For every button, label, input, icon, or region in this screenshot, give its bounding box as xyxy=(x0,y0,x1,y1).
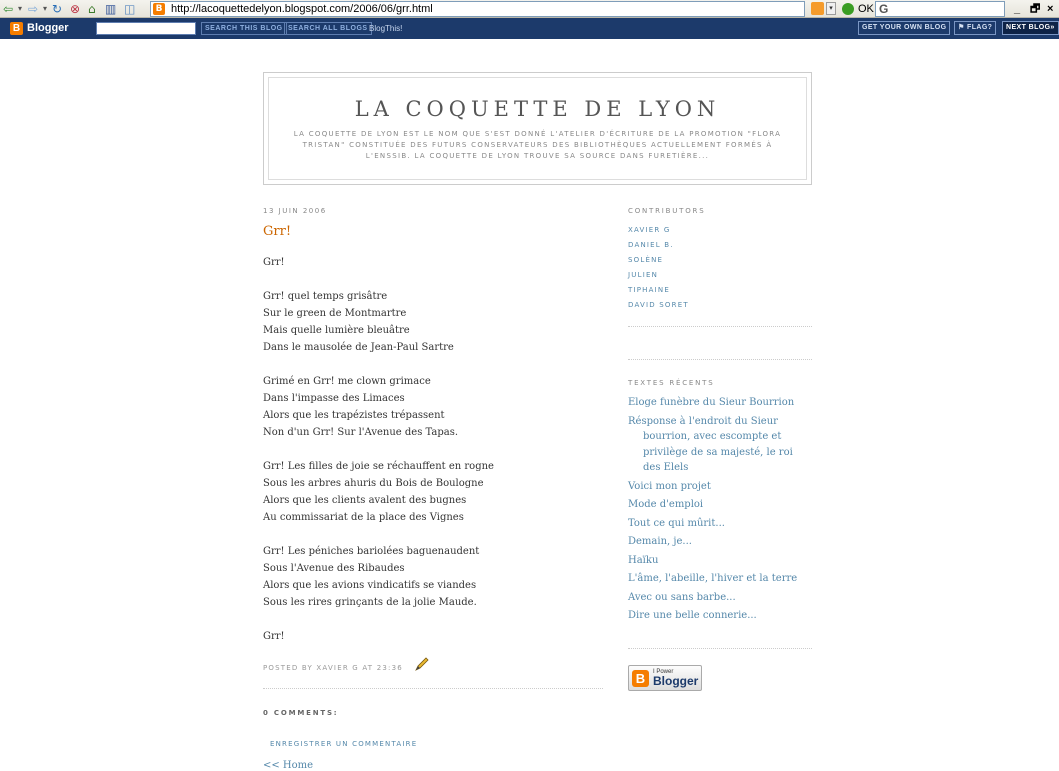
stanza-gap xyxy=(263,271,603,288)
sidebar-divider xyxy=(628,326,812,327)
forward-dropdown-icon[interactable]: ▾ xyxy=(43,2,47,16)
post-footer: POSTED BY XAVIER G AT 23:36 xyxy=(263,664,403,672)
blogger-navbar: B Blogger SEARCH THIS BLOG SEARCH ALL BL… xyxy=(0,18,1059,39)
contributor-link[interactable]: JULIEN xyxy=(628,268,689,283)
poem-line: Alors que les avions vindicatifs se vian… xyxy=(263,580,477,591)
contributor-link[interactable]: SOLÈNE xyxy=(628,253,689,268)
poem-line: Grr! quel temps grisâtre xyxy=(263,291,388,302)
poem-line: Grr! xyxy=(263,631,285,642)
poem-line: Alors que les trapézistes trépassent xyxy=(263,410,445,421)
media-icon[interactable]: ◫ xyxy=(124,2,135,16)
blog-header-inner: LA COQUETTE DE LYON LA COQUETTE DE LYON … xyxy=(268,77,807,180)
rss-feed-icon[interactable] xyxy=(811,2,824,15)
blogthis-link[interactable]: BlogThis! xyxy=(369,22,402,35)
post-body: Grr! Grr! quel temps grisâtre Sur le green… xyxy=(263,254,603,645)
refresh-icon[interactable]: ↻ xyxy=(52,2,62,16)
back-dropdown-icon[interactable]: ▾ xyxy=(18,2,22,16)
poem-line: Mais quelle lumière bleuâtre xyxy=(263,325,410,336)
contributor-link[interactable]: DAVID SORET xyxy=(628,298,689,313)
blogger-badge-icon: B xyxy=(632,670,649,687)
stanza-gap xyxy=(263,441,603,458)
stanza-gap xyxy=(263,611,603,628)
minimize-icon[interactable]: _ xyxy=(1014,2,1020,16)
poem-line: Sur le green de Montmartre xyxy=(263,308,407,319)
poem-line: Au commissariat de la place des Vignes xyxy=(263,512,464,523)
search-engine-icon: G xyxy=(879,2,889,16)
restore-icon[interactable]: 🗗 xyxy=(1030,2,1040,16)
blogger-logo-icon[interactable]: B xyxy=(10,22,23,35)
close-icon[interactable]: × xyxy=(1047,2,1053,16)
contributors-heading: CONTRIBUTORS xyxy=(628,207,706,215)
search-this-blog-button[interactable]: SEARCH THIS BLOG xyxy=(201,22,287,35)
poem-line: Grimé en Grr! me clown grimace xyxy=(263,376,431,387)
badge-big-text: Blogger xyxy=(653,674,699,688)
edit-pencil-icon[interactable] xyxy=(413,655,431,673)
address-bar[interactable]: B http://lacoquettedelyon.blogspot.com/2… xyxy=(150,1,805,17)
post-divider xyxy=(263,688,603,689)
url-text[interactable]: http://lacoquettedelyon.blogspot.com/200… xyxy=(171,2,433,16)
poem-line: Grr! Les péniches bariolées baguenaudent xyxy=(263,546,480,557)
recent-post-link[interactable]: L'âme, l'abeille, l'hiver et la terre xyxy=(628,571,812,587)
recent-post-link[interactable]: Eloge funèbre du Sieur Bourrion xyxy=(628,395,812,411)
poem-line: Dans le mausolée de Jean-Paul Sartre xyxy=(263,342,454,353)
post-title: Grr! xyxy=(263,224,292,239)
poem-line: Dans l'impasse des Limaces xyxy=(263,393,405,404)
browser-toolbar: ⇦ ▾ ⇨ ▾ ↻ ⊗ ⌂ ▥ ◫ B http://lacoquettedel… xyxy=(0,0,1059,18)
recent-posts-heading: TEXTES RÉCENTS xyxy=(628,379,715,387)
contributor-link[interactable]: XAVIER G xyxy=(628,223,689,238)
navbar-search-input[interactable] xyxy=(96,22,196,35)
rss-dropdown-icon[interactable]: ▾ xyxy=(826,2,836,15)
recent-post-link[interactable]: Mode d'emploi xyxy=(628,497,812,513)
toolbar-search-input[interactable]: G xyxy=(875,1,1005,17)
contributor-link[interactable]: DANIEL B. xyxy=(628,238,689,253)
recent-post-link[interactable]: Demain, je... xyxy=(628,534,812,550)
favorites-icon[interactable]: ▥ xyxy=(105,2,116,16)
add-comment-link[interactable]: ENREGISTRER UN COMMENTAIRE xyxy=(270,739,417,749)
powered-by-blogger-badge[interactable]: B I Power Blogger xyxy=(628,665,702,691)
poem-line: Non d'un Grr! Sur l'Avenue des Tapas. xyxy=(263,427,459,438)
stanza-gap xyxy=(263,356,603,373)
search-all-blogs-button[interactable]: SEARCH ALL BLOGS xyxy=(284,22,372,35)
recent-post-link[interactable]: Tout ce qui mûrit... xyxy=(628,516,812,532)
poem-line: Sous l'Avenue des Ribaudes xyxy=(263,563,405,574)
poem-line: Sous les rires grinçants de la jolie Mau… xyxy=(263,597,477,608)
go-icon[interactable] xyxy=(842,3,854,15)
contributor-link[interactable]: TIPHAINE xyxy=(628,283,689,298)
recent-post-link[interactable]: Haïku xyxy=(628,553,812,569)
post-date: 13 JUIN 2006 xyxy=(263,207,327,215)
back-arrow-icon[interactable]: ⇦ xyxy=(3,2,13,16)
go-button[interactable]: OK xyxy=(858,2,874,16)
blog-description: LA COQUETTE DE LYON EST LE NOM QUE S'EST… xyxy=(293,130,782,160)
comments-heading: 0 COMMENTS: xyxy=(263,709,339,717)
recent-post-link[interactable]: Résponse à l'endroit du Sieur bourrion, … xyxy=(628,414,812,476)
sidebar-divider xyxy=(628,359,812,360)
home-link[interactable]: << Home xyxy=(263,759,313,771)
contributors-list: XAVIER G DANIEL B. SOLÈNE JULIEN TIPHAINE DAV… xyxy=(628,223,689,313)
next-blog-button[interactable]: NEXT BLOG» xyxy=(1002,21,1059,35)
stop-icon[interactable]: ⊗ xyxy=(70,2,80,16)
recent-posts-list: Eloge funèbre du Sieur Bourrion Résponse … xyxy=(628,395,812,627)
home-icon[interactable]: ⌂ xyxy=(88,2,96,16)
stanza-gap xyxy=(263,526,603,543)
sidebar-divider xyxy=(628,648,812,649)
blogger-logo-text[interactable]: Blogger xyxy=(27,21,69,36)
blogger-favicon-icon: B xyxy=(153,3,165,15)
poem-line: Alors que les clients avalent des bugnes xyxy=(263,495,467,506)
poem-line: Sous les arbres ahuris du Bois de Boulog… xyxy=(263,478,484,489)
recent-post-link[interactable]: Dire une belle connerie... xyxy=(628,608,812,624)
get-own-blog-button[interactable]: GET YOUR OWN BLOG xyxy=(858,21,951,35)
poem-line: Grr! Les filles de joie se réchauffent e… xyxy=(263,461,494,472)
blog-header: LA COQUETTE DE LYON LA COQUETTE DE LYON … xyxy=(263,72,812,185)
recent-post-link[interactable]: Avec ou sans barbe... xyxy=(628,590,812,606)
flag-button[interactable]: ⚑ FLAG? xyxy=(954,21,997,35)
poem-line: Grr! xyxy=(263,257,285,268)
recent-post-link[interactable]: Voici mon projet xyxy=(628,479,812,495)
blog-title[interactable]: LA COQUETTE DE LYON xyxy=(269,96,806,122)
forward-arrow-icon[interactable]: ⇨ xyxy=(28,2,38,16)
